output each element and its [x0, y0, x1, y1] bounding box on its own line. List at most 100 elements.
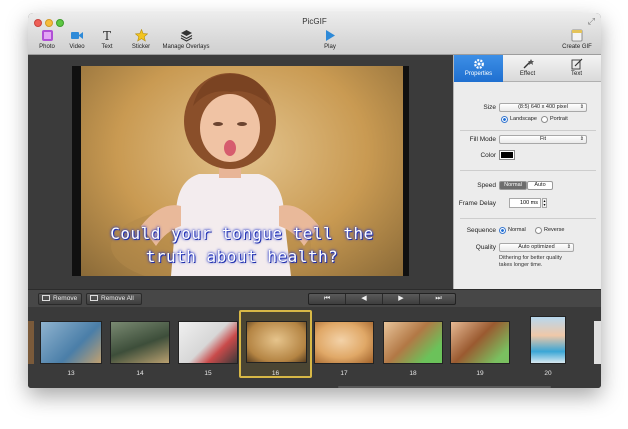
- create-gif-icon: [571, 29, 583, 42]
- previous-frame-button[interactable]: ◀: [346, 294, 383, 304]
- sticker-button[interactable]: Sticker: [130, 29, 152, 50]
- frame-toolbar: Remove Remove All ⏮ ◀ ▶ ⏭: [28, 289, 601, 307]
- caption-line-2: truth about health?: [145, 247, 339, 266]
- frame-delay-label: Frame Delay: [458, 200, 496, 207]
- fill-mode-value: Fit: [539, 136, 547, 142]
- landscape-label: Landscape: [510, 116, 537, 122]
- frame-thumbnail: [246, 321, 307, 363]
- frame-number: 16: [271, 370, 280, 377]
- frame-delay-stepper[interactable]: ▴ ▾: [542, 198, 547, 208]
- frame-item[interactable]: 18: [383, 321, 443, 377]
- portrait-radio[interactable]: [541, 116, 548, 123]
- preview-canvas: Could your tongue tell the truth about h…: [28, 55, 453, 289]
- sequence-reverse-radio[interactable]: [535, 227, 542, 234]
- text-label: Text: [101, 44, 113, 50]
- tab-properties[interactable]: Properties: [454, 55, 503, 82]
- fill-mode-select[interactable]: Fit ⇕: [499, 135, 587, 144]
- layers-icon: [180, 30, 192, 42]
- panel-divider: [460, 218, 596, 219]
- frame-number: 15: [204, 370, 212, 377]
- first-frame-button[interactable]: ⏮: [309, 294, 346, 304]
- next-frame-button[interactable]: ▶: [383, 294, 420, 304]
- frame-item[interactable]: 19: [450, 321, 510, 377]
- select-arrow-icon: ⇕: [579, 136, 584, 142]
- frame-number: 20: [544, 370, 552, 377]
- last-frame-button[interactable]: ⏭: [420, 294, 457, 304]
- remove-button[interactable]: Remove: [38, 293, 82, 305]
- size-label: Size: [483, 104, 496, 111]
- select-arrow-icon: ⇕: [579, 104, 584, 110]
- frame-item[interactable]: 13: [40, 321, 102, 377]
- size-value: (8:5) 640 x 400 pixel: [518, 104, 568, 110]
- panel-tabs: Properties Effect Text: [454, 55, 601, 82]
- quality-hint-line-1: Dithering for better quality: [499, 255, 562, 261]
- speed-label: Speed: [477, 182, 496, 189]
- filmstrip-scrollbar[interactable]: [338, 386, 551, 388]
- photo-icon: [41, 30, 53, 41]
- partial-frame-thumbnail[interactable]: [28, 321, 34, 364]
- quality-label: Quality: [475, 244, 496, 251]
- frame-number: 18: [409, 370, 417, 377]
- sequence-normal-radio[interactable]: [499, 227, 506, 234]
- frame-item[interactable]: 14: [110, 321, 170, 377]
- video-label: Video: [69, 44, 85, 50]
- panel-divider: [460, 170, 596, 171]
- sticker-label: Sticker: [131, 44, 151, 50]
- remove-frame-icon: [42, 295, 50, 301]
- play-icon: [326, 30, 335, 41]
- color-well[interactable]: [499, 150, 515, 160]
- edit-icon: [571, 58, 582, 70]
- speed-auto-button[interactable]: Auto: [527, 181, 553, 190]
- frame-thumbnail: [178, 321, 238, 364]
- size-select[interactable]: (8:5) 640 x 400 pixel ⇕: [499, 103, 587, 112]
- photo-label: Photo: [39, 44, 55, 50]
- photo-button[interactable]: Photo: [37, 29, 57, 50]
- create-gif-button[interactable]: Create GIF: [562, 29, 592, 50]
- last-frame-icon: ⏭: [435, 295, 442, 302]
- speed-normal-button[interactable]: Normal: [499, 181, 527, 190]
- landscape-radio[interactable]: [501, 116, 508, 123]
- frame-item[interactable]: 15: [178, 321, 238, 377]
- partial-frame-thumbnail[interactable]: [594, 321, 601, 364]
- panel-divider: [460, 130, 596, 131]
- first-frame-icon: ⏮: [323, 295, 331, 302]
- manage-overlays-button[interactable]: Manage Overlays: [162, 29, 210, 50]
- remove-all-button[interactable]: Remove All: [86, 293, 142, 305]
- tab-effect[interactable]: Effect: [503, 55, 552, 82]
- frame-item[interactable]: 20: [530, 316, 566, 377]
- frame-navigation: ⏮ ◀ ▶ ⏭: [308, 293, 456, 305]
- frame-thumbnail: [110, 321, 170, 364]
- tab-text[interactable]: Text: [552, 55, 601, 82]
- frame-thumbnail: [450, 321, 510, 364]
- caption-line-1: Could your tongue tell the: [110, 224, 374, 243]
- color-label: Color: [480, 152, 496, 159]
- remove-all-icon: [90, 295, 98, 301]
- fill-mode-label: Fill Mode: [469, 136, 496, 143]
- video-button[interactable]: Video: [66, 29, 88, 50]
- remove-label: Remove: [53, 295, 78, 302]
- window-title: PicGIF: [302, 17, 327, 26]
- app-window: PicGIF ⤢ Photo Video T Text Sticker Mana…: [28, 13, 601, 388]
- frame-number: 13: [67, 370, 75, 377]
- frame-thumbnail: [383, 321, 443, 364]
- tab-text-label: Text: [570, 71, 582, 77]
- sequence-reverse-label: Reverse: [544, 227, 565, 233]
- play-button[interactable]: Play: [322, 29, 338, 50]
- text-button[interactable]: T Text: [98, 29, 116, 50]
- sequence-normal-label: Normal: [508, 227, 526, 233]
- quality-select[interactable]: Auto optimized ⇕: [499, 243, 574, 252]
- video-camera-icon: [71, 32, 83, 39]
- manage-overlays-label: Manage Overlays: [162, 44, 210, 50]
- tab-effect-label: Effect: [519, 71, 536, 77]
- title-bar: PicGIF ⤢ Photo Video T Text Sticker Mana…: [28, 13, 601, 55]
- frame-thumbnail: [530, 316, 566, 364]
- color-swatch: [501, 152, 513, 158]
- frame-item-selected[interactable]: 16: [239, 310, 312, 378]
- fullscreen-icon[interactable]: ⤢: [588, 16, 595, 27]
- create-gif-label: Create GIF: [562, 44, 592, 50]
- star-icon: [134, 29, 148, 42]
- frame-delay-input[interactable]: 100 ms: [509, 198, 541, 208]
- frame-number: 17: [340, 370, 348, 377]
- magic-wand-icon: [523, 59, 534, 69]
- frame-item[interactable]: 17: [314, 321, 374, 377]
